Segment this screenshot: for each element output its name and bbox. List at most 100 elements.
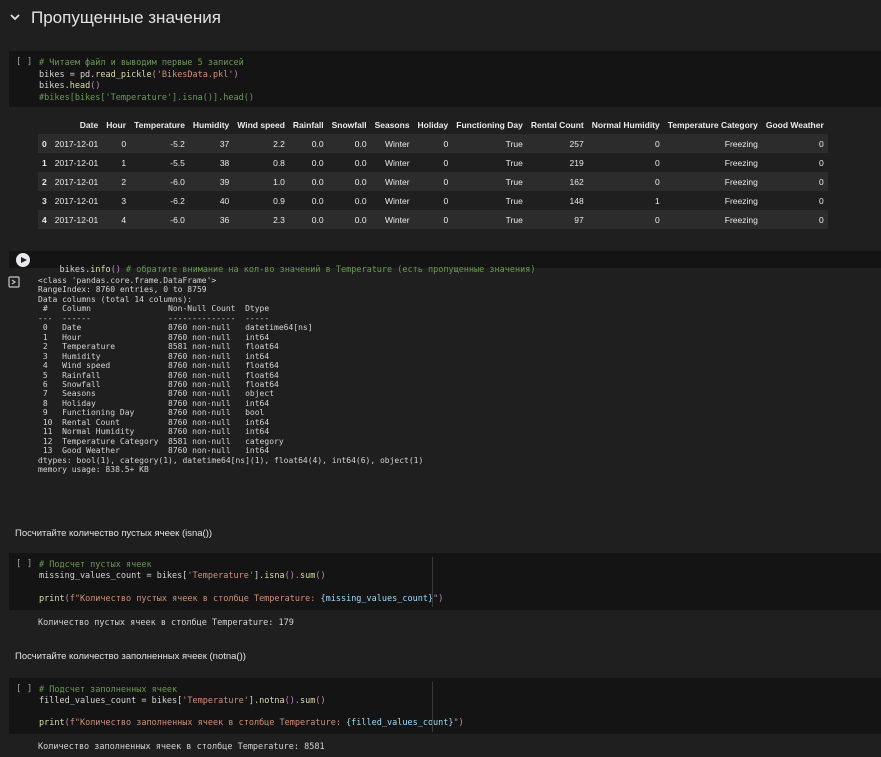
cell-run-bracket[interactable]: [ ] xyxy=(16,684,32,694)
table-cell: True xyxy=(505,176,523,187)
table-cell: 0.0 xyxy=(354,214,367,225)
table-cell: 40 xyxy=(219,195,230,206)
markdown-text: Посчитайте количество заполненных ячеек … xyxy=(15,651,246,662)
code-cell-read-data[interactable]: [ ] # Читаем файл и выводим первые 5 зап… xyxy=(9,51,881,107)
column-header: Normal Humidity xyxy=(591,119,660,130)
code-token: (). xyxy=(284,696,301,706)
code-line[interactable]: #bikes[bikes['Temperature'].isna()].head… xyxy=(39,93,254,104)
code-comment: # обратите внимание на кол-во значений в… xyxy=(120,265,536,275)
table-cell: True xyxy=(505,157,523,168)
table-cell: 0 xyxy=(655,176,660,187)
code-cell-notna[interactable]: [ ] # Подсчет заполненных ячеек filled_v… xyxy=(9,678,881,734)
table-cell: -5.2 xyxy=(170,138,185,149)
code-token: ]. xyxy=(248,696,260,706)
table-cell: 3 xyxy=(121,195,127,206)
dataframe-table: Date Hour Temperature Humidity Wind speed Rai… xyxy=(38,115,828,229)
table-cell: 0 xyxy=(819,214,824,225)
code-line[interactable]: missing_values_count = bikes['Temperatur… xyxy=(39,571,326,582)
table-cell: -5.5 xyxy=(170,157,185,168)
row-index: 0 xyxy=(42,138,47,149)
code-line[interactable]: print(f"Количество заполненных ячеек в с… xyxy=(39,718,464,729)
table-cell: 0.0 xyxy=(311,138,324,149)
row-index: 4 xyxy=(42,214,47,225)
code-comment: # Подсчет заполненных ячеек xyxy=(39,685,178,695)
code-comment-line[interactable]: # Подсчет заполненных ячеек xyxy=(39,685,177,696)
table-cell: 1 xyxy=(121,157,127,168)
code-string: 'Temperature' xyxy=(182,696,249,706)
code-token: isna xyxy=(264,571,285,581)
table-cell: 0 xyxy=(655,214,660,225)
cell-run-bracket[interactable]: [ ] xyxy=(16,57,32,67)
code-token: sum xyxy=(300,571,316,581)
row-index: 3 xyxy=(42,195,47,206)
code-line[interactable]: bikes.head() xyxy=(39,81,100,92)
output-redirect-icon[interactable] xyxy=(8,276,20,288)
code-token: bikes = pd. xyxy=(39,69,96,80)
table-cell: 0.0 xyxy=(354,195,367,206)
table-row: 2 2017-12-01 2 -6.0 39 1.0 0.0 0.0 Winter 0 True 16… xyxy=(38,172,828,191)
code-comment: # Подсчет пустых ячеек xyxy=(39,560,152,570)
cell-run-bracket[interactable]: [ ] xyxy=(16,559,32,569)
table-cell: Winter xyxy=(384,138,410,149)
table-cell: Freezing xyxy=(724,176,758,187)
code-token: read_pickle xyxy=(95,69,152,80)
code-token: (). xyxy=(284,571,301,581)
table-cell: Winter xyxy=(384,176,410,187)
table-cell: 0.0 xyxy=(311,157,324,168)
table-cell: 0.9 xyxy=(273,195,285,206)
table-cell: True xyxy=(505,138,523,149)
code-token: ) xyxy=(438,594,444,604)
code-token: () xyxy=(315,696,326,706)
column-header: Seasons xyxy=(374,119,410,130)
code-comment: #bikes[bikes['Temperature'].isna()].head… xyxy=(39,92,254,103)
code-line[interactable]: bikes = pd.read_pickle('BikesData.pkl') xyxy=(39,70,239,81)
table-cell: 0.0 xyxy=(354,157,367,168)
code-line[interactable]: # Читаем файл и выводим первые 5 записей xyxy=(39,58,244,69)
column-header: Rainfall xyxy=(292,119,324,130)
table-row: 3 2017-12-01 3 -6.2 40 0.9 0.0 0.0 Winter 0 True 14… xyxy=(38,191,828,210)
table-cell: 0 xyxy=(443,214,449,225)
code-token: ) xyxy=(233,69,239,80)
table-row: 1 2017-12-01 1 -5.5 38 0.8 0.0 0.0 Winter 0 True 21… xyxy=(38,153,828,172)
cell-output: Количество пустых ячеек в столбце Temper… xyxy=(38,618,294,628)
table-cell: 36 xyxy=(219,214,230,225)
column-header: Rental Count xyxy=(530,119,584,130)
table-cell: 1 xyxy=(655,195,660,206)
code-comment-line[interactable]: # Подсчет пустых ячеек xyxy=(39,560,152,571)
table-cell: 0 xyxy=(819,138,824,149)
table-cell: 0 xyxy=(443,138,449,149)
code-cell-info[interactable]: bikes.info() # обратите внимание на кол-… xyxy=(9,251,881,275)
table-cell: Freezing xyxy=(724,157,758,168)
column-header: Hour xyxy=(106,119,127,130)
play-icon[interactable] xyxy=(16,253,30,267)
code-string: 'Temperature' xyxy=(187,571,254,581)
table-cell: -6.2 xyxy=(170,195,185,206)
row-index: 1 xyxy=(42,157,47,168)
chevron-down-icon[interactable] xyxy=(9,11,21,23)
cell-output: Количество заполненных ячеек в столбце T… xyxy=(38,742,325,752)
column-header: Wind speed xyxy=(237,119,285,130)
column-header: Humidity xyxy=(192,119,230,130)
table-cell: 0.0 xyxy=(354,138,367,149)
section-title: Пропущенные значения xyxy=(31,8,221,27)
table-cell: 0.8 xyxy=(273,157,285,168)
column-header: Temperature Category xyxy=(667,119,758,130)
table-cell: 162 xyxy=(569,176,584,187)
code-cell-isna[interactable]: [ ] # Подсчет пустых ячеек missing_value… xyxy=(9,553,881,610)
code-token: () xyxy=(110,265,121,275)
table-cell: 0.0 xyxy=(311,195,324,206)
code-line[interactable]: print(f"Количество пустых ячеек в столбц… xyxy=(39,594,443,605)
code-token: () xyxy=(315,571,326,581)
column-header: Functioning Day xyxy=(456,119,523,130)
table-cell: 38 xyxy=(219,157,230,168)
code-line[interactable]: filled_values_count = bikes['Temperature… xyxy=(39,696,326,707)
code-variable: {missing_values_count} xyxy=(320,594,434,604)
table-cell: 39 xyxy=(219,176,230,187)
code-token: info xyxy=(90,265,111,275)
code-comment: # Читаем файл и выводим первые 5 записей xyxy=(39,58,244,68)
code-token: print xyxy=(39,718,65,728)
table-cell: Winter xyxy=(384,195,410,206)
code-token: print xyxy=(39,594,65,604)
table-cell: 0 xyxy=(655,138,660,149)
table-cell: 0 xyxy=(443,157,449,168)
